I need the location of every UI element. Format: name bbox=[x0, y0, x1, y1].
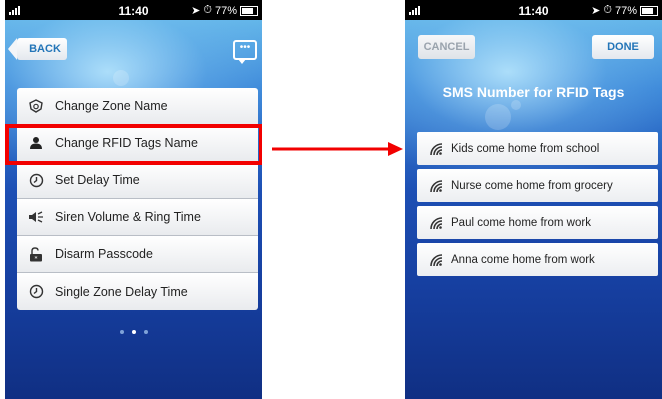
done-button[interactable]: DONE bbox=[592, 35, 654, 59]
menu-item-label: Set Delay Time bbox=[55, 173, 140, 187]
location-icon: ➤ bbox=[191, 5, 201, 17]
alarm-icon: ⏱ bbox=[203, 4, 212, 16]
location-icon: ➤ bbox=[591, 5, 601, 17]
person-icon bbox=[17, 136, 55, 150]
svg-text:*: * bbox=[35, 255, 38, 262]
page-dot bbox=[143, 330, 148, 334]
page-title: SMS Number for RFID Tags bbox=[442, 84, 625, 100]
list-item[interactable]: Nurse come home from grocery bbox=[417, 169, 658, 202]
menu-item-label: Change RFID Tags Name bbox=[55, 136, 198, 150]
rfid-signal-icon bbox=[417, 216, 451, 230]
arrow-icon bbox=[272, 142, 403, 156]
rfid-tag-list: Kids come home from school Nurse come ho… bbox=[417, 132, 658, 276]
battery-percent: 77% bbox=[214, 4, 237, 17]
shield-icon bbox=[17, 99, 55, 113]
clock-icon bbox=[17, 284, 55, 299]
settings-menu: Change Zone Name Change RFID Tags Name S… bbox=[17, 88, 258, 310]
speaker-icon bbox=[17, 210, 55, 224]
status-bar: 11:40 ➤ ⏱ 77% bbox=[405, 0, 662, 20]
chat-icon[interactable]: ••• bbox=[233, 40, 257, 64]
cancel-button[interactable]: CANCEL bbox=[418, 35, 475, 59]
rfid-signal-icon bbox=[417, 253, 451, 267]
menu-item-label: Siren Volume & Ring Time bbox=[55, 210, 201, 224]
unlock-icon: * bbox=[17, 246, 55, 262]
rfid-signal-icon bbox=[417, 142, 451, 156]
list-item[interactable]: Paul come home from work bbox=[417, 206, 658, 239]
page-dot-active bbox=[131, 330, 136, 334]
clock-icon bbox=[17, 173, 55, 188]
menu-item-change-zone-name[interactable]: Change Zone Name bbox=[17, 88, 258, 125]
list-item[interactable]: Kids come home from school bbox=[417, 132, 658, 165]
menu-item-label: Single Zone Delay Time bbox=[55, 284, 188, 299]
battery-icon bbox=[640, 5, 658, 16]
alarm-icon: ⏱ bbox=[603, 4, 612, 16]
page-indicator[interactable] bbox=[5, 330, 262, 334]
rfid-signal-icon bbox=[417, 179, 451, 193]
background-bubble bbox=[113, 70, 129, 86]
page-dot bbox=[119, 330, 124, 334]
list-item[interactable]: Anna come home from work bbox=[417, 243, 658, 276]
battery-percent: 77% bbox=[614, 4, 637, 17]
rfid-sms-screen: 11:40 ➤ ⏱ 77% CANCEL DONE SMS Number for… bbox=[405, 0, 662, 399]
menu-item-change-rfid-tags-name[interactable]: Change RFID Tags Name bbox=[17, 125, 258, 162]
menu-item-disarm-passcode[interactable]: * Disarm Passcode bbox=[17, 236, 258, 273]
list-item-label: Nurse come home from grocery bbox=[451, 179, 613, 192]
battery-icon bbox=[240, 5, 258, 16]
list-item-label: Kids come home from school bbox=[451, 142, 600, 155]
menu-item-label: Disarm Passcode bbox=[55, 247, 153, 261]
background-bubble bbox=[485, 104, 511, 130]
menu-item-siren-volume[interactable]: Siren Volume & Ring Time bbox=[17, 199, 258, 236]
menu-item-single-zone-delay[interactable]: Single Zone Delay Time bbox=[17, 273, 258, 310]
back-button[interactable]: BACK bbox=[8, 38, 67, 60]
list-item-label: Anna come home from work bbox=[451, 253, 595, 266]
background-bubble bbox=[511, 100, 521, 110]
settings-screen: 11:40 ➤ ⏱ 77% BACK ••• Change Zone Name … bbox=[5, 0, 262, 399]
status-bar: 11:40 ➤ ⏱ 77% bbox=[5, 0, 262, 20]
menu-item-label: Change Zone Name bbox=[55, 99, 168, 113]
menu-item-set-delay-time[interactable]: Set Delay Time bbox=[17, 162, 258, 199]
list-item-label: Paul come home from work bbox=[451, 216, 591, 229]
